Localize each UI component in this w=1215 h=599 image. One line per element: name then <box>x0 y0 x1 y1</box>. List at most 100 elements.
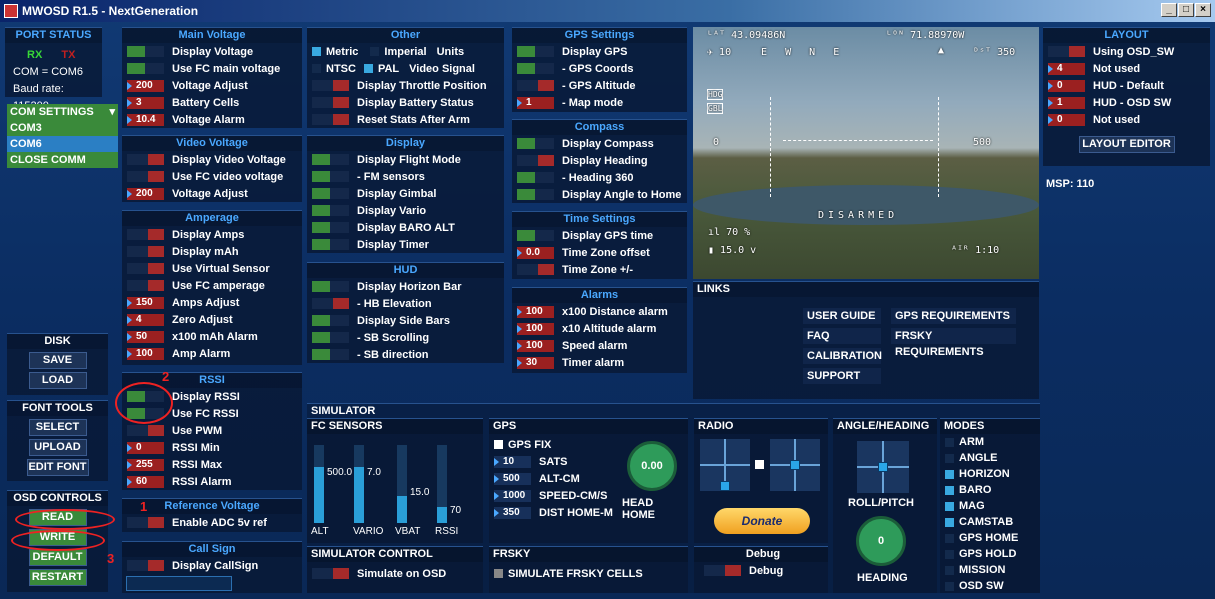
vario-slider[interactable] <box>354 445 364 523</box>
mission-mode-checkbox[interactable] <box>945 565 954 575</box>
display-gps-time-toggle[interactable] <box>517 230 554 241</box>
support-link[interactable]: SUPPORT <box>803 368 881 384</box>
close-comm-button[interactable]: CLOSE COMM <box>7 152 118 168</box>
vbat-slider[interactable] <box>397 445 407 523</box>
gps-requirements-link[interactable]: GPS REQUIREMENTS <box>891 308 1016 324</box>
use-pwm-toggle[interactable] <box>127 425 164 436</box>
timer-alarm-input[interactable]: 30 <box>517 356 554 369</box>
sb-direction-toggle[interactable] <box>312 349 349 360</box>
hud-default-input[interactable]: 0 <box>1048 79 1085 92</box>
use-fc-main-voltage-toggle[interactable] <box>127 63 164 74</box>
head-home-dial[interactable]: 0.00 <box>627 441 677 491</box>
maximize-button[interactable]: □ <box>1178 3 1194 17</box>
gps-fix-checkbox[interactable] <box>494 440 503 449</box>
minimize-button[interactable]: _ <box>1161 3 1177 17</box>
camstab-mode-checkbox[interactable] <box>945 517 954 527</box>
calibration-link[interactable]: CALIBRATION <box>803 348 882 364</box>
voltage-adjust-input[interactable]: 200 <box>127 187 164 200</box>
com-settings-dropdown[interactable]: COM SETTINGS ▾ <box>7 104 118 120</box>
rssi-max-input[interactable]: 255 <box>127 458 164 471</box>
not-used-input[interactable]: 4 <box>1048 62 1085 75</box>
fm-sensors-toggle[interactable] <box>312 171 349 182</box>
frsky-checkbox[interactable] <box>494 569 503 578</box>
map-mode-input[interactable]: 1 <box>517 96 554 109</box>
x100-distance-alarm-input[interactable]: 100 <box>517 305 554 318</box>
amps-adjust-input[interactable]: 150 <box>127 296 164 309</box>
imperial-radio[interactable] <box>370 47 380 56</box>
display-throttle-position-toggle[interactable] <box>312 80 349 91</box>
heading-360-toggle[interactable] <box>517 172 554 183</box>
using-osd-sw-toggle[interactable] <box>1048 46 1085 57</box>
com-item-com3[interactable]: COM3 <box>7 120 118 136</box>
display-mah-toggle[interactable] <box>127 246 164 257</box>
faq-link[interactable]: FAQ <box>803 328 881 344</box>
rssi-slider[interactable] <box>437 445 447 523</box>
display-video-voltage-toggle[interactable] <box>127 154 164 165</box>
layout-editor-button[interactable]: LAYOUT EDITOR <box>1078 136 1175 153</box>
user-guide-link[interactable]: USER GUIDE <box>803 308 881 324</box>
display-gimbal-toggle[interactable] <box>312 188 349 199</box>
gps-coords-toggle[interactable] <box>517 63 554 74</box>
left-stick[interactable] <box>700 439 750 491</box>
voltage-alarm-input[interactable]: 10.4 <box>127 113 164 126</box>
display-heading-toggle[interactable] <box>517 155 554 166</box>
gps-altitude-toggle[interactable] <box>517 80 554 91</box>
debug-toggle[interactable] <box>704 565 741 576</box>
baro-mode-checkbox[interactable] <box>945 485 954 495</box>
display-callsign-toggle[interactable] <box>127 560 164 571</box>
osd-sw-mode-checkbox[interactable] <box>945 581 954 591</box>
display-gps-toggle[interactable] <box>517 46 554 57</box>
save-button[interactable]: SAVE <box>28 352 87 369</box>
speed-alarm-input[interactable]: 100 <box>517 339 554 352</box>
mag-mode-checkbox[interactable] <box>945 501 954 511</box>
pal-radio[interactable] <box>363 64 373 73</box>
amp-alarm-input[interactable]: 100 <box>127 347 164 360</box>
horizon-mode-checkbox[interactable] <box>945 469 954 479</box>
not-used-input[interactable]: 0 <box>1048 113 1085 126</box>
display-horizon-bar-toggle[interactable] <box>312 281 349 292</box>
metric-radio[interactable] <box>312 47 321 56</box>
callsign-input[interactable] <box>126 576 232 591</box>
reset-stats-after-arm-toggle[interactable] <box>312 114 349 125</box>
display-flight-mode-toggle[interactable] <box>312 154 349 165</box>
alt-cm-input[interactable]: 500 <box>494 472 531 485</box>
roll-pitch-handle[interactable] <box>878 462 888 472</box>
x10-altitude-alarm-input[interactable]: 100 <box>517 322 554 335</box>
time-zone-toggle[interactable] <box>517 264 554 275</box>
default-button[interactable]: DEFAULT <box>28 549 87 566</box>
hb-elevation-toggle[interactable] <box>312 298 349 309</box>
frsky-requirements-link[interactable]: FRSKY REQUIREMENTS <box>891 328 1016 358</box>
enable-adc-5v-ref-toggle[interactable] <box>127 517 164 528</box>
display-amps-toggle[interactable] <box>127 229 164 240</box>
zero-adjust-input[interactable]: 4 <box>127 313 164 326</box>
x100-mah-alarm-input[interactable]: 50 <box>127 330 164 343</box>
gps-home-mode-checkbox[interactable] <box>945 533 954 543</box>
use-virtual-sensor-toggle[interactable] <box>127 263 164 274</box>
select-font-button[interactable]: SELECT <box>28 419 87 436</box>
sats-input[interactable]: 10 <box>494 455 531 468</box>
hud-osd-sw-input[interactable]: 1 <box>1048 96 1085 109</box>
close-button[interactable]: × <box>1195 3 1211 17</box>
roll-pitch-pad[interactable] <box>857 441 909 493</box>
com-item-com6[interactable]: COM6 <box>7 136 118 152</box>
arm-mode-checkbox[interactable] <box>945 437 954 447</box>
display-voltage-toggle[interactable] <box>127 46 164 57</box>
speed-input[interactable]: 1000 <box>494 489 531 502</box>
display-angle-to-home-toggle[interactable] <box>517 189 554 200</box>
angle-mode-checkbox[interactable] <box>945 453 954 463</box>
left-stick-handle[interactable] <box>720 481 730 491</box>
voltage-adjust-input[interactable]: 200 <box>127 79 164 92</box>
battery-cells-input[interactable]: 3 <box>127 96 164 109</box>
display-baro-alt-toggle[interactable] <box>312 222 349 233</box>
upload-font-button[interactable]: UPLOAD <box>28 439 87 456</box>
display-side-bars-toggle[interactable] <box>312 315 349 326</box>
restart-button[interactable]: RESTART <box>28 569 87 586</box>
edit-font-button[interactable]: EDIT FONT <box>26 459 89 476</box>
display-timer-toggle[interactable] <box>312 239 349 250</box>
sb-scrolling-toggle[interactable] <box>312 332 349 343</box>
gps-hold-mode-checkbox[interactable] <box>945 549 954 559</box>
use-fc-amperage-toggle[interactable] <box>127 280 164 291</box>
simulate-osd-toggle[interactable] <box>312 568 349 579</box>
ntsc-radio[interactable] <box>312 64 321 73</box>
rssi-min-input[interactable]: 0 <box>127 441 164 454</box>
